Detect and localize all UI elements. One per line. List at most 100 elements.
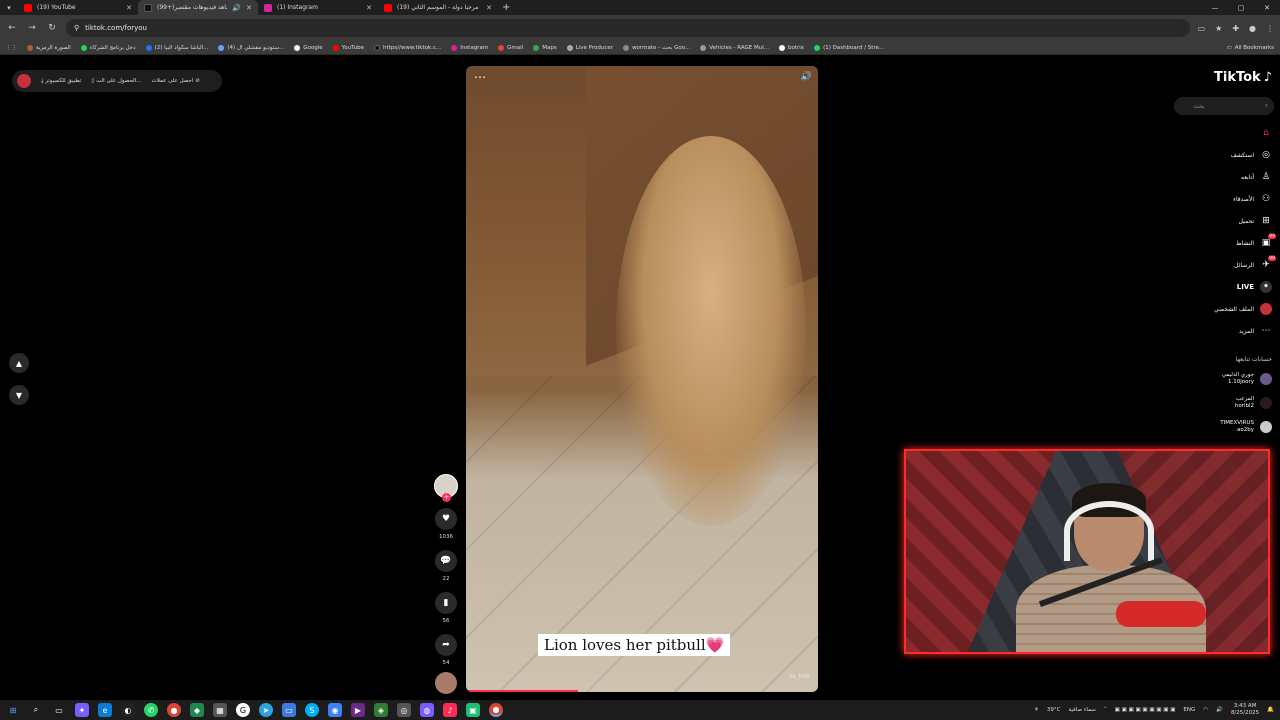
tab-instagram[interactable]: (1) Instagram ✕: [258, 0, 378, 15]
close-window-icon[interactable]: ✕: [1254, 0, 1280, 15]
video-progress[interactable]: [466, 690, 578, 692]
bookmark-item[interactable]: Instagram: [451, 44, 488, 51]
task-view-icon[interactable]: ▭: [52, 703, 66, 717]
site-info-icon[interactable]: ⚲: [74, 24, 79, 32]
tab-youtube[interactable]: (19) YouTube ✕: [18, 0, 138, 15]
skype-icon[interactable]: S: [305, 703, 319, 717]
following-account[interactable]: جوري الدليمي 1.10joory: [1222, 372, 1272, 386]
get-coins-link[interactable]: احصل على عملات ⊘: [152, 78, 200, 84]
close-icon[interactable]: ✕: [246, 4, 252, 12]
app-icon[interactable]: ▶: [351, 703, 365, 717]
app-icon[interactable]: G: [236, 703, 250, 717]
sidebar-item-explore[interactable]: ◎ استكشف: [1172, 144, 1272, 166]
next-video-button[interactable]: ▼: [9, 385, 29, 405]
share-button[interactable]: ➦: [435, 634, 457, 656]
sidebar-item-messages[interactable]: ✈ 99 الرسائل: [1172, 254, 1276, 276]
get-app-link[interactable]: ▯ الحصول على الت...: [91, 78, 141, 84]
tray-overflow-icon[interactable]: ˄: [1104, 707, 1107, 713]
sidebar-item-following[interactable]: ♙ أتابعه: [1172, 166, 1272, 188]
app-icon[interactable]: ◈: [374, 703, 388, 717]
reload-icon[interactable]: ↻: [46, 23, 58, 33]
speaker-icon[interactable]: 🔊: [232, 4, 241, 12]
app-icon[interactable]: ▦: [213, 703, 227, 717]
tab-youtube-2[interactable]: (19) مرحبا دولة - الموسم الثاني ✕: [378, 0, 498, 15]
wifi-icon[interactable]: ◠: [1203, 707, 1208, 713]
profile-icon[interactable]: ●: [1249, 24, 1256, 33]
bookmark-item[interactable]: (1) Dashboard / Stre...: [814, 44, 884, 51]
bookmark-star-icon[interactable]: ★: [1215, 24, 1222, 33]
bookmark-item[interactable]: wormate - بحث Goo...: [623, 44, 690, 51]
bookmark-item[interactable]: YouTube: [332, 44, 364, 51]
copilot-icon[interactable]: ✦: [75, 703, 89, 717]
restore-icon[interactable]: ▢: [1228, 0, 1254, 15]
follow-plus-icon[interactable]: +: [442, 493, 451, 502]
all-bookmarks[interactable]: ▭ All Bookmarks: [1227, 45, 1275, 51]
tiktok-logo[interactable]: ♪ TikTok: [1214, 70, 1272, 85]
extensions-icon[interactable]: ✚: [1232, 24, 1239, 33]
telegram-icon[interactable]: ➤: [259, 703, 273, 717]
pc-app-link[interactable]: ⤓ تطبيق للكمبيوتر: [41, 78, 81, 85]
tray-icons[interactable]: ▣ ▣ ▣ ▣ ▣ ▣ ▣ ▣ ▣: [1115, 707, 1176, 713]
previous-video-button[interactable]: ▲: [9, 353, 29, 373]
volume-icon[interactable]: 🔊: [1216, 707, 1223, 713]
address-bar[interactable]: ⚲ tiktok.com/foryou: [66, 19, 1190, 37]
menu-icon[interactable]: ⋮: [1266, 24, 1274, 33]
tiktok-icon[interactable]: ♪: [443, 703, 457, 717]
chrome-icon[interactable]: ●: [167, 703, 181, 717]
search-icon[interactable]: ⌕: [1265, 102, 1268, 110]
close-icon[interactable]: ✕: [126, 4, 132, 12]
app-icon[interactable]: ◍: [420, 703, 434, 717]
avatar[interactable]: [17, 74, 31, 88]
clock[interactable]: 3:43 AM 8/25/2025: [1231, 703, 1259, 717]
following-account[interactable]: المرعب horibl2: [1235, 396, 1272, 410]
creator-avatar[interactable]: +: [434, 474, 458, 502]
chrome-icon[interactable]: ●: [489, 703, 503, 717]
bookmark-item[interactable]: Gmail: [498, 44, 523, 51]
bookmark-item[interactable]: الصورة الرمزية: [27, 44, 71, 51]
video-player[interactable]: ⋯ 🔊 Lion loves her pitbull💗 ss_be6: [466, 66, 818, 692]
sidebar-item-activity[interactable]: ▣ 99 النشاط: [1172, 232, 1276, 254]
bookmark-item[interactable]: Maps: [533, 44, 557, 51]
notification-icon[interactable]: 🔔: [1267, 707, 1274, 713]
bookmark-item[interactable]: Live Producer: [566, 44, 613, 51]
close-icon[interactable]: ✕: [486, 4, 492, 12]
app-icon[interactable]: ▭: [282, 703, 296, 717]
bookmark-item[interactable]: (2) الباشا سكواد البيا...: [145, 44, 208, 51]
save-button[interactable]: ▮: [435, 592, 457, 614]
apps-icon[interactable]: ⋮⋮: [6, 45, 17, 51]
sidebar-item-home[interactable]: ⌂: [1172, 122, 1272, 144]
more-options-icon[interactable]: ⋯: [474, 70, 486, 84]
app-icon[interactable]: ◉: [328, 703, 342, 717]
whatsapp-icon[interactable]: ✆: [144, 703, 158, 717]
minimize-icon[interactable]: —: [1202, 0, 1228, 15]
back-icon[interactable]: ←: [6, 23, 18, 33]
edge-icon[interactable]: e: [98, 703, 112, 717]
volume-icon[interactable]: 🔊: [801, 72, 812, 82]
sidebar-item-live[interactable]: • LIVE: [1172, 276, 1272, 298]
music-avatar[interactable]: [435, 672, 457, 694]
bookmark-item[interactable]: botrix: [779, 44, 804, 51]
bookmark-item[interactable]: (4) ستوديو مقشلي ال...: [218, 44, 284, 51]
app-icon[interactable]: ◆: [190, 703, 204, 717]
app-icon[interactable]: ◐: [121, 703, 135, 717]
sidebar-item-profile[interactable]: الملف الشخصي: [1172, 298, 1272, 320]
comment-button[interactable]: 💬: [435, 550, 457, 572]
sidebar-item-friends[interactable]: ⚇ الأصدقاء: [1172, 188, 1272, 210]
tab-search-icon[interactable]: ▾: [0, 0, 18, 15]
bookmark-item[interactable]: https//www.tiktok.c...: [373, 44, 441, 51]
forward-icon[interactable]: →: [26, 23, 38, 33]
windows-start-icon[interactable]: ⊞: [6, 703, 20, 717]
like-button[interactable]: ♥: [435, 508, 457, 530]
bookmark-item[interactable]: Google: [294, 44, 323, 51]
sidebar-item-upload[interactable]: ⊞ تحميل: [1172, 210, 1272, 232]
app-icon[interactable]: ▣: [466, 703, 480, 717]
tab-tiktok[interactable]: (99+)شاهد فيديوهات مقتصر 🔊 ✕: [138, 0, 258, 15]
app-icon[interactable]: ◎: [397, 703, 411, 717]
language-indicator[interactable]: ENG: [1183, 707, 1195, 713]
following-account[interactable]: TIMEXVIRUS ao2by: [1220, 420, 1272, 434]
search-input[interactable]: ⌕ بحث: [1174, 97, 1274, 115]
bookmark-item[interactable]: دخل برنامج الشركاء: [80, 44, 136, 51]
new-tab-button[interactable]: +: [502, 2, 510, 13]
close-icon[interactable]: ✕: [366, 4, 372, 12]
search-icon[interactable]: ⌕: [29, 703, 43, 717]
